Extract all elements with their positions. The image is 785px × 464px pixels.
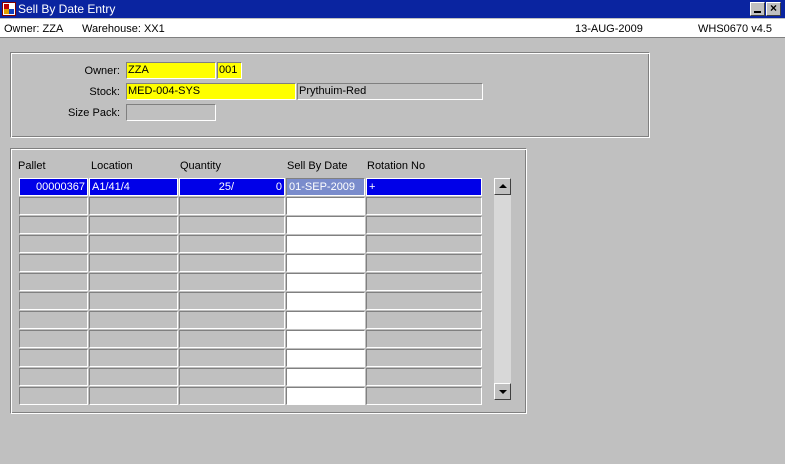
quantity-cell[interactable]: 25/0 [179,178,285,196]
pallet-cell[interactable] [19,235,88,253]
quantity-secondary-value: 0 [275,181,282,193]
location-cell[interactable] [89,330,178,348]
status-owner: Owner: ZZA [4,23,64,35]
status-warehouse: Warehouse: XX1 [82,23,165,35]
app-icon[interactable] [2,2,16,16]
location-cell[interactable] [89,197,178,215]
column-header-quantity: Quantity [180,160,221,172]
close-button[interactable]: × [766,2,781,16]
location-cell[interactable] [89,235,178,253]
owner-label: Owner: [84,65,120,77]
grid-scrollbar[interactable] [494,178,511,400]
sell-by-date-cell[interactable] [286,197,365,215]
stock-label: Stock: [89,86,120,98]
owner-sub-field[interactable]: 001 [217,62,242,79]
status-date: 13-AUG-2009 [575,23,643,35]
pallet-cell[interactable] [19,254,88,272]
column-header-pallet: Pallet [18,160,46,172]
pallet-cell[interactable] [19,330,88,348]
sell-by-date-cell[interactable] [286,387,365,405]
location-cell[interactable] [89,368,178,386]
rotation-no-cell[interactable]: + [366,178,482,196]
location-cell[interactable]: A1/41/4 [89,178,178,196]
stock-description-field: Prythuim-Red [297,83,483,100]
status-bar: Owner: ZZA Warehouse: XX1 13-AUG-2009 WH… [0,19,785,38]
scroll-up-button[interactable] [494,178,511,195]
pallet-cell[interactable] [19,311,88,329]
sell-by-date-cell[interactable]: 01-SEP-2009 [286,178,365,196]
pallet-cell[interactable] [19,292,88,310]
minimize-button[interactable] [750,2,765,16]
location-cell[interactable] [89,387,178,405]
column-header-sell-by-date: Sell By Date [287,160,348,172]
location-cell[interactable] [89,349,178,367]
location-cell[interactable] [89,273,178,291]
arrow-up-icon [499,184,507,188]
owner-code-field[interactable]: ZZA [126,62,216,79]
column-header-location: Location [91,160,133,172]
quantity-cell[interactable] [179,197,285,215]
quantity-cell[interactable] [179,292,285,310]
location-cell[interactable] [89,292,178,310]
rotation-no-cell[interactable] [366,292,482,310]
quantity-cell[interactable] [179,387,285,405]
quantity-cell[interactable] [179,273,285,291]
pallet-cell[interactable] [19,197,88,215]
title-bar: Sell By Date Entry × [0,0,785,18]
pallet-cell[interactable] [19,349,88,367]
quantity-cell[interactable] [179,235,285,253]
rotation-no-cell[interactable] [366,311,482,329]
sell-by-date-cell[interactable] [286,254,365,272]
location-cell[interactable] [89,311,178,329]
rotation-no-cell[interactable] [366,235,482,253]
rotation-no-cell[interactable] [366,387,482,405]
pallet-cell[interactable]: 00000367 [19,178,88,196]
sizepack-field[interactable] [126,104,216,121]
rotation-no-cell[interactable] [366,273,482,291]
sell-by-date-cell[interactable] [286,330,365,348]
quantity-cell[interactable] [179,349,285,367]
window-title: Sell By Date Entry [18,2,116,16]
quantity-cell[interactable] [179,216,285,234]
sell-by-date-cell[interactable] [286,216,365,234]
scroll-down-button[interactable] [494,383,511,400]
quantity-cell[interactable] [179,254,285,272]
quantity-cell[interactable] [179,368,285,386]
quantity-cell[interactable] [179,330,285,348]
pallet-cell[interactable] [19,387,88,405]
rotation-no-cell[interactable] [366,197,482,215]
arrow-down-icon [499,390,507,394]
sell-by-date-cell[interactable] [286,273,365,291]
sell-by-date-cell[interactable] [286,235,365,253]
location-cell[interactable] [89,254,178,272]
close-icon: × [769,1,777,15]
status-module: WHS0670 v4.5 [698,23,772,35]
location-cell[interactable] [89,216,178,234]
pallet-cell[interactable] [19,368,88,386]
column-header-rotation-no: Rotation No [367,160,426,172]
sell-by-date-cell[interactable] [286,349,365,367]
sell-by-date-cell[interactable] [286,292,365,310]
minimize-icon [754,11,761,13]
quantity-value: 25/ [218,181,234,193]
pallet-cell[interactable] [19,273,88,291]
stock-code-field[interactable]: MED-004-SYS [126,83,296,100]
sizepack-label: Size Pack: [68,107,120,119]
pallet-cell[interactable] [19,216,88,234]
rotation-no-cell[interactable] [366,349,482,367]
rotation-no-cell[interactable] [366,330,482,348]
sell-by-date-cell[interactable] [286,311,365,329]
rotation-no-cell[interactable] [366,368,482,386]
rotation-no-cell[interactable] [366,254,482,272]
sell-by-date-cell[interactable] [286,368,365,386]
quantity-cell[interactable] [179,311,285,329]
rotation-no-cell[interactable] [366,216,482,234]
